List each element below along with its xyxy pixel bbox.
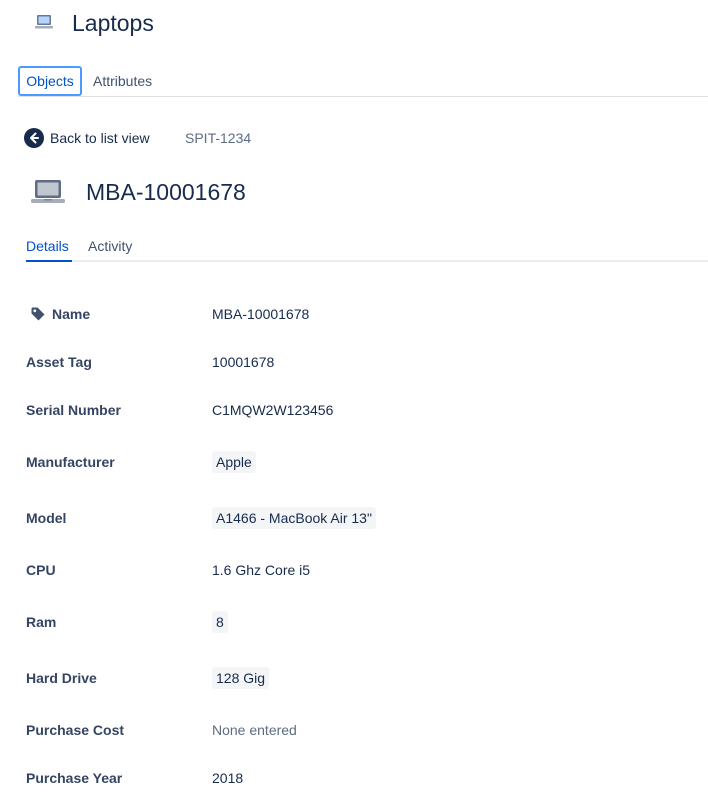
attribute-value-serial-number: C1MQW2W123456 xyxy=(212,402,334,418)
top-tabs-divider xyxy=(18,96,708,97)
object-title: MBA-10001678 xyxy=(86,179,246,205)
attribute-label-manufacturer: Manufacturer xyxy=(26,454,115,470)
attribute-label-ram: Ram xyxy=(26,614,57,630)
attribute-value-asset-tag: 10001678 xyxy=(212,354,275,370)
back-to-list-link[interactable]: Back to list view xyxy=(24,128,150,148)
attribute-value-model[interactable]: A1466 - MacBook Air 13" xyxy=(212,507,376,529)
back-to-list-label: Back to list view xyxy=(50,130,150,146)
tab-attributes[interactable]: Attributes xyxy=(93,66,152,96)
attribute-label-asset-tag: Asset Tag xyxy=(26,354,92,370)
tab-objects[interactable]: Objects xyxy=(18,66,82,96)
attribute-value-ram[interactable]: 8 xyxy=(212,611,228,633)
attribute-value-cpu: 1.6 Ghz Core i5 xyxy=(212,562,311,578)
issue-key[interactable]: SPIT-1234 xyxy=(185,128,251,148)
attribute-value-purchase-cost: None entered xyxy=(212,722,297,738)
tab-details-selected-indicator xyxy=(26,260,72,262)
tab-activity[interactable]: Activity xyxy=(88,236,132,262)
attribute-label-purchase-year: Purchase Year xyxy=(26,770,123,786)
attribute-label-model: Model xyxy=(26,510,67,526)
attribute-value-purchase-year: 2018 xyxy=(212,770,244,786)
attribute-value-manufacturer[interactable]: Apple xyxy=(212,451,256,473)
page-title: Laptops xyxy=(72,10,154,36)
tag-icon xyxy=(31,307,45,321)
attribute-label-name: Name xyxy=(26,304,90,324)
attribute-value-hard-drive[interactable]: 128 Gig xyxy=(212,667,270,689)
laptop-icon xyxy=(35,15,53,29)
attribute-label-purchase-cost: Purchase Cost xyxy=(26,722,125,738)
arrow-left-icon xyxy=(24,128,44,148)
attribute-value-name: MBA-10001678 xyxy=(212,306,310,322)
attribute-label-serial-number: Serial Number xyxy=(26,402,121,418)
attribute-label-hard-drive: Hard Drive xyxy=(26,670,97,686)
laptop-icon xyxy=(31,180,65,203)
attribute-label-cpu: CPU xyxy=(26,562,56,578)
tab-details[interactable]: Details xyxy=(26,236,69,262)
